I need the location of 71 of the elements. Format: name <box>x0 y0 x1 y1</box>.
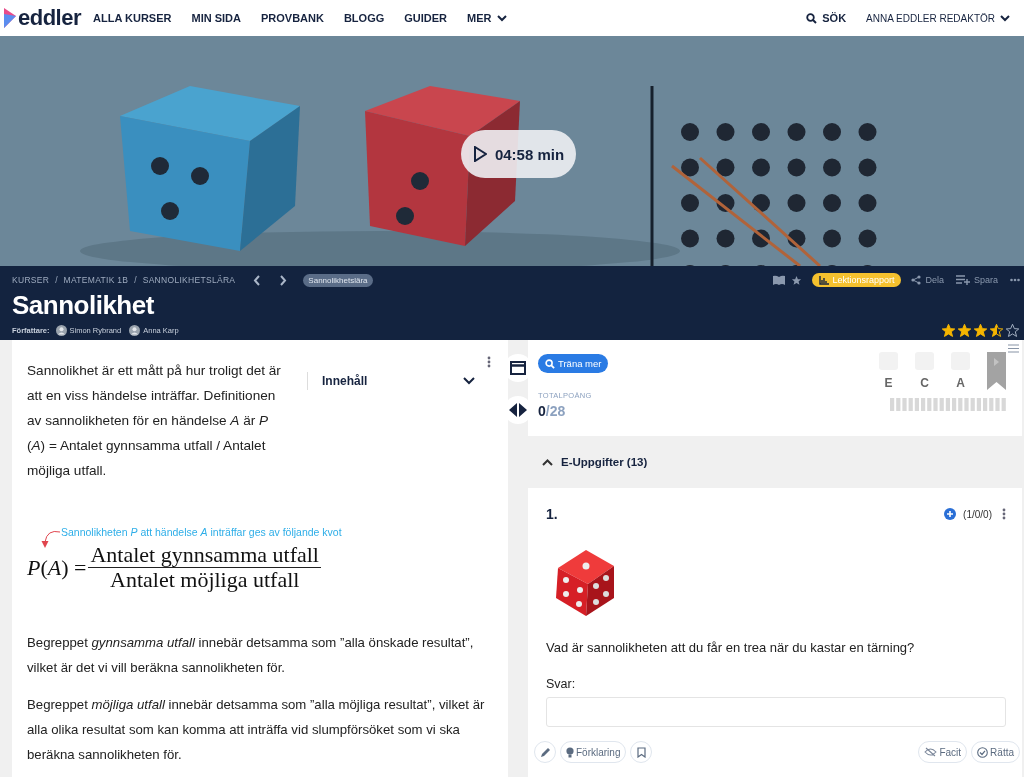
breadcrumb-link[interactable]: MATEMATIK 1B <box>63 275 129 285</box>
check-circle-icon[interactable] <box>977 746 989 758</box>
more-icon[interactable] <box>1002 508 1006 520</box>
paragraph: Begreppet gynnsamma utfall innebär detsamma som ”alla önskade resultat”, vilket är det vi vill beräkna sannolikheten för. <box>27 634 475 677</box>
topic-tag[interactable]: Sannolikhetslära <box>303 273 373 287</box>
explanation-button[interactable]: Förklaring <box>560 741 627 763</box>
add-to-list-icon[interactable] <box>955 275 970 285</box>
avatar-icon <box>55 324 67 336</box>
filter-icon[interactable] <box>1008 344 1019 353</box>
star-icon[interactable] <box>791 274 803 286</box>
train-more-button[interactable]: Träna mer <box>538 354 609 373</box>
logo-text[interactable]: eddler <box>18 5 82 31</box>
avatar-icon <box>129 324 141 336</box>
next-icon[interactable] <box>279 274 288 286</box>
answer-key-button[interactable]: Facit <box>918 741 968 763</box>
eye-off-icon[interactable] <box>924 747 938 757</box>
nav-link[interactable]: BLOGG <box>343 12 385 24</box>
page-title: Sannolikhet <box>12 289 155 321</box>
star-rating[interactable] <box>941 322 1020 338</box>
breadcrumb-separator: / <box>55 275 58 285</box>
question-text: Vad är sannolikheten att du får en trea när du kastar en tärning? <box>546 640 916 655</box>
bookmark-button[interactable] <box>630 741 653 763</box>
nav-link[interactable]: GUIDER <box>404 12 448 24</box>
bookmark-icon[interactable] <box>636 746 646 758</box>
play-button[interactable]: 04:58 min <box>461 130 576 178</box>
more-icon[interactable] <box>1010 278 1020 282</box>
breadcrumb-separator: / <box>134 275 137 285</box>
add-icon[interactable] <box>944 508 957 520</box>
answer-label: Svar: <box>546 677 577 691</box>
nav-link[interactable]: PROVBANK <box>260 12 324 24</box>
nav-link[interactable]: MIN SIDA <box>191 12 241 24</box>
question-number: 1. <box>546 506 558 522</box>
chevron-down-icon[interactable] <box>463 377 475 385</box>
logo-icon <box>4 8 16 28</box>
previous-icon[interactable] <box>253 274 262 286</box>
share-button[interactable]: Dela <box>911 275 944 285</box>
check-button[interactable]: Rätta <box>971 741 1020 763</box>
chevron-down-icon[interactable] <box>496 14 507 22</box>
more-icon[interactable] <box>487 356 491 368</box>
play-icon[interactable] <box>472 146 487 162</box>
denominator: Antalet möjliga utfall <box>110 568 300 592</box>
formula-lhs: P(A) = <box>27 554 87 581</box>
pencil-icon[interactable] <box>539 746 551 758</box>
chevron-icon[interactable] <box>542 458 553 466</box>
lightbulb-icon[interactable] <box>566 746 574 758</box>
book-icon[interactable] <box>773 275 786 285</box>
contents-dropdown[interactable]: Innehåll <box>307 372 479 390</box>
breadcrumb-link[interactable]: KURSER <box>12 275 50 285</box>
bar-chart-icon[interactable] <box>819 275 830 285</box>
edit-button[interactable] <box>534 741 556 763</box>
grade-label: A <box>956 376 965 390</box>
question-points: (1/0/0) <box>963 508 992 520</box>
user-menu[interactable]: ANNA EDDLER REDAKTÖR <box>866 12 1010 24</box>
bookmark-ribbon-icon <box>987 352 1006 390</box>
breadcrumb-link[interactable]: SANNOLIKHETSLÄRA <box>142 275 236 285</box>
search-icon[interactable] <box>806 12 818 24</box>
grade-label: C <box>920 376 929 390</box>
nav-link[interactable]: MER <box>467 12 507 24</box>
search-link[interactable]: SÖK <box>806 12 847 24</box>
save-button[interactable]: Spara <box>955 275 998 285</box>
grade-label: E <box>884 376 893 390</box>
nav-link[interactable]: ALLA KURSER <box>93 12 172 24</box>
paragraph: Begreppet möjliga utfall innebär detsamma som ”alla möjliga resultat”, vilket är alla olika resultat som kan komma att inträffa vid slumpförsöket som vi ska beräkna sannolikheten för. <box>27 696 486 764</box>
arrow-icon <box>41 529 60 549</box>
intro-paragraph: Sannolikhet är ett mått på hur troligt det är att en viss händelse inträffar. Definitionen av sannolikheten för en händelse A är P (A) = Antalet gynnsamma utfall / Antalet möjliga utfall. <box>27 362 282 480</box>
numerator: Antalet gynnsamma utfall <box>88 543 321 568</box>
chevron-down-icon[interactable] <box>1000 14 1010 22</box>
share-icon[interactable] <box>911 275 922 285</box>
total-score: 0/28 <box>538 403 566 419</box>
answer-field[interactable] <box>546 697 1006 727</box>
formula-annotation: Sannolikheten P att händelse A inträffar ges av följande kvot <box>61 526 342 538</box>
